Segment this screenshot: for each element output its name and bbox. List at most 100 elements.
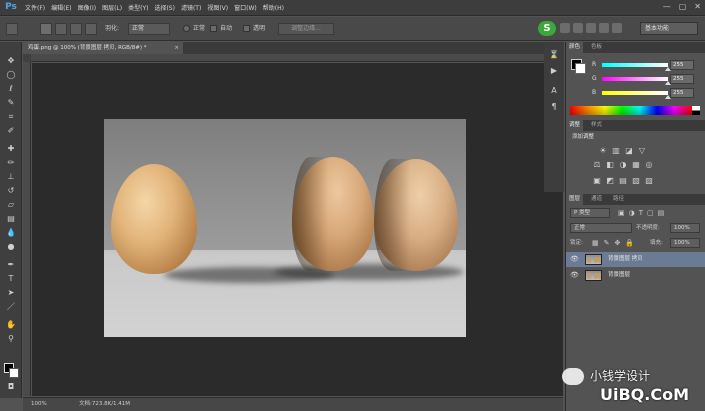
menu-filter[interactable]: 滤镜(T)	[181, 3, 201, 12]
menu-select[interactable]: 选择(S)	[154, 3, 175, 12]
levels-icon[interactable]: ▥	[611, 146, 621, 156]
lock-pixels-icon[interactable]: ✎	[604, 238, 610, 248]
transparent-checkbox[interactable]	[243, 25, 250, 32]
filter-type-icon[interactable]: T	[639, 208, 643, 218]
eyedropper-tool-icon[interactable]: ✐	[6, 126, 16, 136]
zoom-tool-icon[interactable]: ⚲	[6, 334, 16, 344]
eraser-tool-icon[interactable]: ▱	[6, 200, 16, 210]
menu-edit[interactable]: 编辑(E)	[51, 3, 71, 12]
gradient-map-icon[interactable]: ▧	[631, 176, 641, 186]
filter-pixel-icon[interactable]: ▣	[618, 208, 625, 218]
tab-paths[interactable]: 路径	[610, 194, 627, 205]
slider-r-track[interactable]	[602, 63, 668, 67]
menu-image[interactable]: 图像(I)	[78, 3, 96, 12]
tab-styles[interactable]: 样式	[588, 120, 605, 131]
crop-tool-icon[interactable]: ⌗	[6, 112, 16, 122]
subtract-selection-button[interactable]	[70, 23, 82, 35]
layer-filter-select[interactable]: P 类型	[570, 208, 610, 218]
selective-color-icon[interactable]: ▨	[644, 176, 654, 186]
workspace-select[interactable]: 基本功能	[640, 22, 698, 35]
tab-channels[interactable]: 通道	[588, 194, 605, 205]
actions-icon[interactable]: ▶	[549, 66, 559, 76]
document-tab[interactable]: 鸡蛋.png @ 100% (背景图层 拷贝, RGB/8#) * ×	[23, 42, 183, 54]
character-icon[interactable]: A	[549, 86, 559, 96]
visibility-eye-icon[interactable]: 👁	[570, 271, 579, 279]
layer-row[interactable]: 👁 背景图层	[566, 268, 705, 283]
menu-type[interactable]: 类型(Y)	[128, 3, 148, 12]
opacity-input[interactable]: 100%	[670, 223, 700, 233]
close-tab-icon[interactable]: ×	[174, 42, 179, 54]
threshold-icon[interactable]: ▤	[618, 176, 628, 186]
gradient-tool-icon[interactable]: ▤	[6, 214, 16, 224]
black-white-icon[interactable]: ◑	[618, 160, 628, 170]
sogou-tray-icon[interactable]: S	[538, 21, 556, 36]
tray-mouse-icon[interactable]	[586, 23, 596, 33]
tab-color[interactable]: 颜色	[566, 42, 584, 53]
minimize-icon[interactable]: —	[663, 2, 671, 11]
slider-g-track[interactable]	[602, 77, 668, 81]
posterize-icon[interactable]: ◩	[605, 176, 615, 186]
color-balance-icon[interactable]: ⚖	[592, 160, 602, 170]
slider-g-value[interactable]: 255	[670, 74, 694, 84]
close-icon[interactable]: ✕	[694, 2, 701, 11]
exposure-icon[interactable]: ▽	[637, 146, 647, 156]
photo-filter-icon[interactable]: ▦	[631, 160, 641, 170]
auto-checkbox[interactable]	[210, 25, 217, 32]
tray-keyboard-icon[interactable]	[573, 23, 583, 33]
path-select-tool-icon[interactable]: ➤	[6, 288, 16, 298]
lock-all-icon[interactable]: 🔒	[625, 238, 634, 248]
move-tool-icon[interactable]: ✥	[6, 56, 16, 66]
intersect-selection-button[interactable]	[85, 23, 97, 35]
brightness-icon[interactable]: ☀	[598, 146, 608, 156]
lasso-tool-icon[interactable]: ℓ	[6, 84, 16, 94]
background-color-swatch[interactable]	[9, 368, 19, 378]
maximize-icon[interactable]: ▢	[679, 2, 687, 11]
tray-grid-icon[interactable]	[612, 23, 622, 33]
hand-tool-icon[interactable]: ✋	[6, 320, 16, 330]
blur-tool-icon[interactable]: 💧	[6, 228, 16, 238]
slider-b-track[interactable]	[602, 91, 668, 95]
marquee-tool-icon[interactable]: ◯	[6, 70, 16, 80]
document-size[interactable]: 文档:723.8K/1.41M	[79, 398, 130, 411]
black-white-ramp[interactable]	[692, 106, 700, 115]
healing-tool-icon[interactable]: ✚	[6, 144, 16, 154]
invert-icon[interactable]: ▣	[592, 176, 602, 186]
visibility-eye-icon[interactable]: 👁	[570, 255, 579, 263]
tab-layers[interactable]: 图层	[566, 194, 584, 205]
new-selection-button[interactable]	[40, 23, 52, 35]
pen-tool-icon[interactable]: ✒	[6, 260, 16, 270]
menu-layer[interactable]: 图层(L)	[102, 3, 122, 12]
stamp-tool-icon[interactable]: ⊥	[6, 172, 16, 182]
lock-position-icon[interactable]: ✥	[615, 238, 621, 248]
channel-mixer-icon[interactable]: ◎	[644, 160, 654, 170]
layer-row[interactable]: 👁 背景图层 拷贝	[566, 252, 705, 267]
refine-edge-button[interactable]: 调整边缘...	[278, 23, 334, 35]
menu-window[interactable]: 窗口(W)	[234, 3, 257, 12]
slider-b-value[interactable]: 255	[670, 88, 694, 98]
mode-select[interactable]: 正常	[128, 23, 170, 35]
paragraph-icon[interactable]: ¶	[549, 102, 559, 112]
color-spectrum-ramp[interactable]	[570, 106, 692, 115]
quick-select-tool-icon[interactable]: ✎	[6, 98, 16, 108]
tray-settings-icon[interactable]	[599, 23, 609, 33]
slider-r-value[interactable]: 255	[670, 60, 694, 70]
shape-tool-icon[interactable]: ／	[6, 302, 16, 312]
tray-mic-icon[interactable]	[560, 23, 570, 33]
lock-transparent-icon[interactable]: ▦	[592, 238, 599, 248]
dodge-tool-icon[interactable]: ●	[6, 242, 16, 252]
eggs-photo[interactable]	[104, 119, 466, 337]
fill-input[interactable]: 100%	[670, 238, 700, 248]
brush-tool-icon[interactable]: ✏	[6, 158, 16, 168]
zoom-readout[interactable]: 100%	[31, 398, 47, 411]
type-tool-icon[interactable]: T	[6, 274, 16, 284]
tab-swatches[interactable]: 色板	[588, 42, 605, 53]
quick-mask-icon[interactable]: ◘	[6, 382, 16, 392]
filter-smart-icon[interactable]: ▤	[658, 208, 665, 218]
tool-preset-button[interactable]	[6, 23, 18, 35]
menu-file[interactable]: 文件(F)	[25, 3, 45, 12]
curves-icon[interactable]: ◪	[624, 146, 634, 156]
history-brush-tool-icon[interactable]: ↺	[6, 186, 16, 196]
history-icon[interactable]: ⌛	[549, 50, 559, 60]
hue-saturation-icon[interactable]: ◧	[605, 160, 615, 170]
menu-view[interactable]: 视图(V)	[207, 3, 228, 12]
